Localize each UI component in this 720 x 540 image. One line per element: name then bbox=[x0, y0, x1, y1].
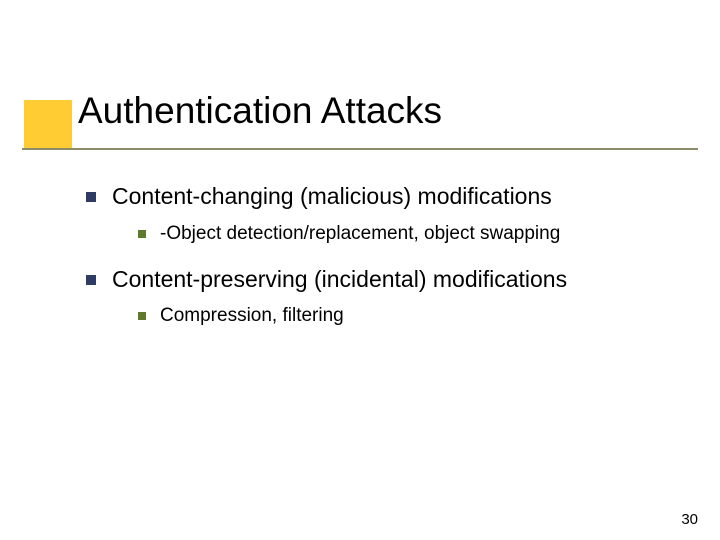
title-underline bbox=[22, 148, 698, 150]
bullet-text: Compression, filtering bbox=[160, 304, 344, 329]
bullet-level1: Content-changing (malicious) modificatio… bbox=[86, 182, 686, 212]
title-accent-block bbox=[24, 100, 72, 148]
square-bullet-icon bbox=[86, 192, 96, 202]
page-number: 30 bbox=[681, 511, 698, 528]
slide: Authentication Attacks Content-changing … bbox=[0, 0, 720, 540]
bullet-text: Content-changing (malicious) modificatio… bbox=[112, 182, 552, 212]
bullet-text: -Object detection/replacement, object sw… bbox=[160, 222, 560, 247]
bullet-level1: Content-preserving (incidental) modifica… bbox=[86, 265, 686, 295]
bullet-level2: -Object detection/replacement, object sw… bbox=[138, 222, 686, 247]
square-bullet-icon bbox=[138, 312, 146, 320]
square-bullet-icon bbox=[138, 230, 146, 238]
slide-title: Authentication Attacks bbox=[78, 90, 442, 132]
bullet-level2: Compression, filtering bbox=[138, 304, 686, 329]
bullet-text: Content-preserving (incidental) modifica… bbox=[112, 265, 567, 295]
square-bullet-icon bbox=[86, 275, 96, 285]
slide-body: Content-changing (malicious) modificatio… bbox=[86, 182, 686, 347]
